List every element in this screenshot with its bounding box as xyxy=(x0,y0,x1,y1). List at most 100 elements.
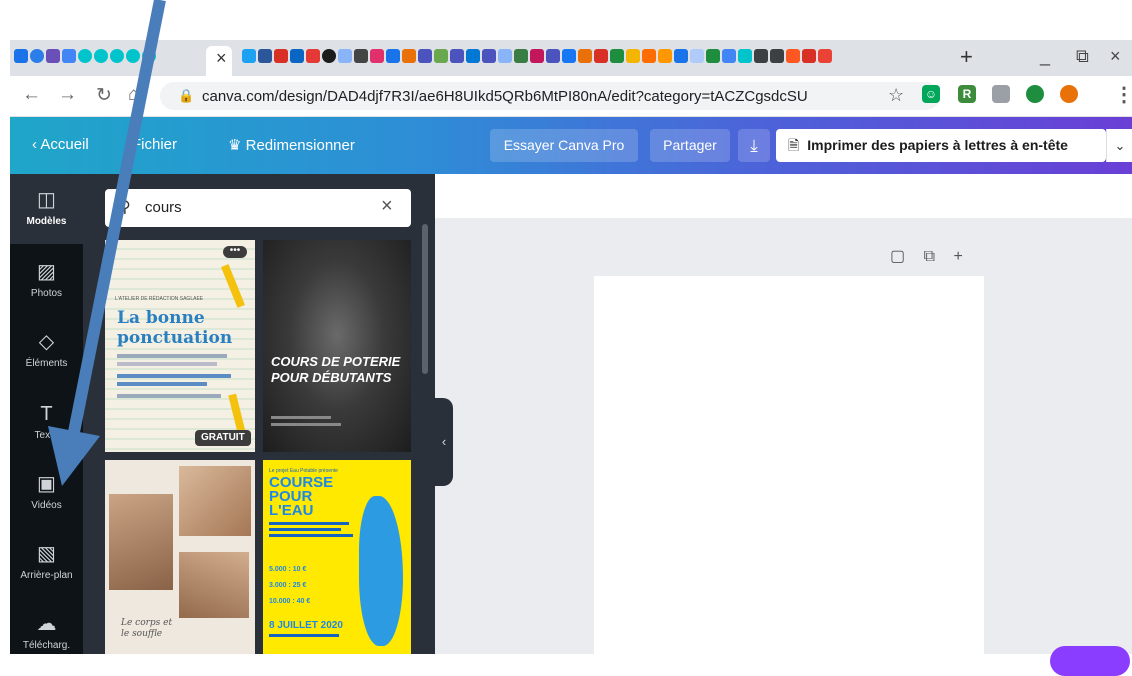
tab-favicons[interactable] xyxy=(242,49,832,63)
rail-item-background[interactable]: ▧ Arrière-plan xyxy=(10,542,83,581)
extension-icon[interactable]: ☺ xyxy=(922,85,940,103)
try-pro-button[interactable]: Essayer Canva Pro xyxy=(490,129,638,162)
tab-favicon[interactable] xyxy=(626,49,640,63)
linkedin-icon[interactable] xyxy=(290,49,304,63)
tab-favicon[interactable] xyxy=(690,49,704,63)
download-icon[interactable]: ⤓ xyxy=(738,129,770,162)
minimize-icon[interactable]: _ xyxy=(1040,46,1050,67)
rail-item-elements[interactable]: ◇ Éléments xyxy=(10,330,83,369)
tab-favicon[interactable] xyxy=(322,49,336,63)
word-icon[interactable] xyxy=(258,49,272,63)
rail-item-templates[interactable]: ◫ Modèles xyxy=(10,188,83,227)
tab-favicon[interactable] xyxy=(338,49,352,63)
search-input[interactable] xyxy=(143,198,367,217)
new-tab-button[interactable]: + xyxy=(960,44,973,70)
tab-favicon[interactable] xyxy=(466,49,480,63)
url-text[interactable]: canva.com/design/DAD4djf7R3I/ae6H8UIkd5Q… xyxy=(202,88,808,105)
tab-favicon[interactable] xyxy=(126,49,140,63)
tab-favicon[interactable] xyxy=(642,49,656,63)
maps-icon[interactable] xyxy=(610,49,624,63)
back-home-button[interactable]: ‹ Accueil xyxy=(32,136,89,153)
tab-favicon[interactable] xyxy=(546,49,560,63)
forward-arrow-icon[interactable]: → xyxy=(58,84,77,106)
clear-search-icon[interactable]: × xyxy=(381,195,393,218)
template-text-line xyxy=(117,362,217,366)
tab-favicon[interactable] xyxy=(142,49,156,63)
teams-icon[interactable] xyxy=(418,49,432,63)
tab-favicon[interactable] xyxy=(306,49,320,63)
rail-item-text[interactable]: T Texte xyxy=(10,402,83,441)
tab-favicon[interactable] xyxy=(78,49,92,63)
search-box[interactable]: ⚲ × xyxy=(105,189,411,227)
twitter-icon[interactable] xyxy=(242,49,256,63)
file-menu-button[interactable]: Fichier xyxy=(132,136,177,153)
star-icon[interactable]: ☆ xyxy=(888,85,904,106)
window-close-icon[interactable]: × xyxy=(1110,46,1121,67)
tab-favicon[interactable] xyxy=(594,49,608,63)
template-card-souffle[interactable]: Le corps et le souffle xyxy=(105,460,255,654)
maximize-icon[interactable]: ⧉ xyxy=(1076,46,1089,67)
template-card-ponctuation[interactable]: ••• L'ATELIER DE RÉDACTION SAGLAEE La bo… xyxy=(105,240,255,452)
tab-favicon[interactable] xyxy=(402,49,416,63)
tab-favicon[interactable] xyxy=(110,49,124,63)
extension-icon[interactable] xyxy=(992,85,1010,103)
tab-favicon[interactable] xyxy=(530,49,544,63)
resize-button[interactable]: ♛ Redimensionner xyxy=(228,136,355,154)
tab-favicon[interactable] xyxy=(434,49,448,63)
print-letterhead-button[interactable]: 🗎 Imprimer des papiers à lettres à en-têt… xyxy=(776,129,1106,162)
tab-favicon[interactable] xyxy=(802,49,816,63)
pen-icon[interactable] xyxy=(274,49,288,63)
tab-favicon[interactable] xyxy=(30,49,44,63)
template-text-line xyxy=(269,528,341,531)
tab-favicon[interactable] xyxy=(738,49,752,63)
tab-favicon[interactable] xyxy=(786,49,800,63)
tab-favicon[interactable] xyxy=(386,49,400,63)
extension-icon[interactable] xyxy=(1060,85,1078,103)
teams-icon[interactable] xyxy=(450,49,464,63)
share-button[interactable]: Partager xyxy=(650,129,730,162)
tab-close-icon[interactable]: × xyxy=(216,48,227,69)
design-page[interactable] xyxy=(594,276,984,654)
tab-favicon[interactable] xyxy=(770,49,784,63)
rail-item-uploads[interactable]: ☁ Télécharg. xyxy=(10,612,83,651)
reload-icon[interactable]: ↻ xyxy=(96,84,112,107)
tab-favicon[interactable] xyxy=(62,49,76,63)
template-card-course-eau[interactable]: Le projet Eau Potable présente COURSE POU… xyxy=(263,460,411,654)
tab-favicon[interactable] xyxy=(370,49,384,63)
tab-favicon[interactable] xyxy=(754,49,768,63)
template-card-poterie[interactable]: COURS DE POTERIE POUR DÉBUTANTS xyxy=(263,240,411,452)
extension-r-icon[interactable]: R xyxy=(958,85,976,103)
panel-scrollbar[interactable] xyxy=(422,224,428,374)
drive-icon[interactable] xyxy=(706,49,720,63)
teams-icon[interactable] xyxy=(482,49,496,63)
rail-item-videos[interactable]: ▣ Vidéos xyxy=(10,472,83,511)
tab-favicon[interactable] xyxy=(94,49,108,63)
tab-favicon[interactable] xyxy=(658,49,672,63)
home-icon[interactable]: ⌂ xyxy=(128,84,139,106)
extension-icon[interactable] xyxy=(1026,85,1044,103)
note-icon[interactable]: ▢ xyxy=(890,248,905,265)
address-bar[interactable]: 🔒 canva.com/design/DAD4djf7R3I/ae6H8UIkd… xyxy=(160,82,940,110)
tab-favicon[interactable] xyxy=(578,49,592,63)
lock-icon[interactable]: 🔒 xyxy=(178,88,194,104)
rail-item-photos[interactable]: ▨ Photos xyxy=(10,260,83,299)
gmail-icon[interactable] xyxy=(818,49,832,63)
more-options-icon[interactable]: ••• xyxy=(223,246,247,258)
collapse-panel-handle[interactable]: ‹ xyxy=(435,398,453,486)
chevron-down-icon[interactable]: ⌄ xyxy=(1106,129,1132,162)
tab-favicon[interactable] xyxy=(514,49,528,63)
pinned-tab-favicons[interactable] xyxy=(14,49,156,63)
tab-favicon[interactable] xyxy=(46,49,60,63)
tab-favicon[interactable] xyxy=(354,49,368,63)
docs-icon[interactable] xyxy=(722,49,736,63)
tab-favicon[interactable] xyxy=(674,49,688,63)
tab-favicon[interactable] xyxy=(14,49,28,63)
duplicate-page-icon[interactable]: ⧉ xyxy=(924,248,935,265)
back-arrow-icon[interactable]: ← xyxy=(22,84,41,106)
facebook-icon[interactable] xyxy=(562,49,576,63)
browser-menu-icon[interactable]: ⋮ xyxy=(1114,82,1132,107)
tab-favicon[interactable] xyxy=(498,49,512,63)
video-icon: ▣ xyxy=(37,473,56,495)
help-button[interactable] xyxy=(1050,646,1130,676)
add-page-icon[interactable]: + xyxy=(953,248,962,265)
